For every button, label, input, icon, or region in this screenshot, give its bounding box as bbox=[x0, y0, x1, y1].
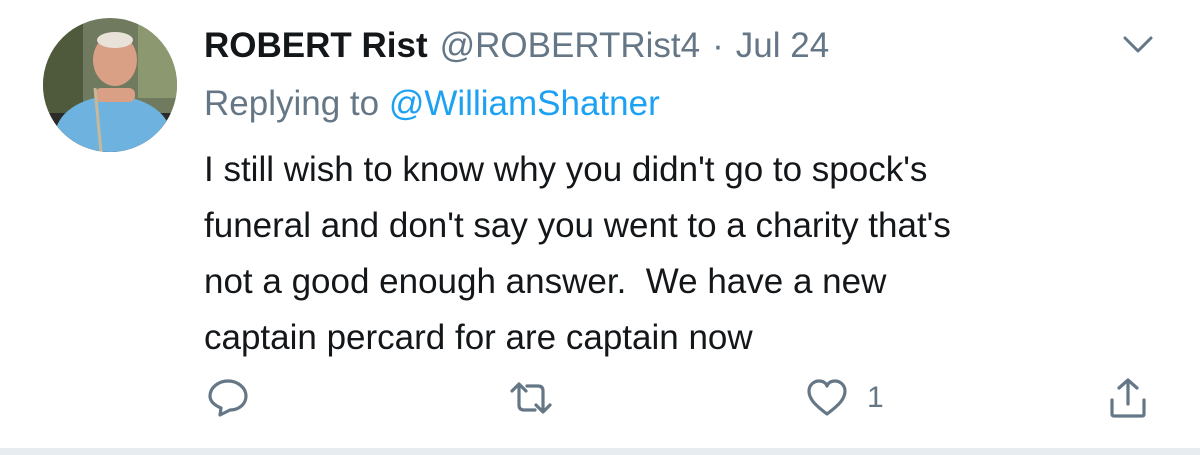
reply-button[interactable] bbox=[206, 373, 250, 423]
like-button[interactable]: 1 bbox=[805, 373, 884, 423]
tweet-text-line: I still wish to know why you didn't go t… bbox=[204, 150, 928, 189]
share-icon bbox=[1110, 378, 1146, 418]
tweet[interactable]: ROBERT Rist @ROBERTRist4 · Jul 24 Replying … bbox=[0, 0, 1200, 448]
separator-dot: · bbox=[712, 26, 724, 65]
tweet-text: I still wish to know why you didn't go t… bbox=[204, 142, 1164, 366]
share-button[interactable] bbox=[1107, 373, 1149, 423]
tweet-date[interactable]: Jul 24 bbox=[736, 26, 829, 65]
replying-to: Replying to @WilliamShatner bbox=[204, 80, 660, 128]
like-count: 1 bbox=[867, 381, 884, 414]
tweet-text-line: not a good enough answer. We have a new bbox=[204, 262, 887, 301]
reply-mention-link[interactable]: @WilliamShatner bbox=[389, 84, 660, 123]
tweet-actions: 1 bbox=[0, 373, 1200, 423]
replying-to-label: Replying to bbox=[204, 84, 380, 123]
chevron-down-icon[interactable] bbox=[1121, 32, 1155, 58]
reply-icon bbox=[208, 379, 248, 417]
user-avatar-photo bbox=[43, 18, 177, 152]
author-handle[interactable]: @ROBERTRist4 bbox=[440, 26, 700, 65]
divider bbox=[0, 448, 1200, 455]
tweet-text-line: funeral and don't say you went to a char… bbox=[204, 206, 951, 245]
retweet-icon bbox=[510, 382, 552, 414]
retweet-button[interactable] bbox=[508, 373, 554, 423]
author-name[interactable]: ROBERT Rist bbox=[204, 26, 428, 65]
heart-icon bbox=[807, 379, 847, 416]
tweet-text-line: captain percard for are captain now bbox=[204, 318, 753, 357]
tweet-header: ROBERT Rist @ROBERTRist4 · Jul 24 bbox=[204, 22, 829, 70]
avatar[interactable] bbox=[43, 18, 177, 152]
